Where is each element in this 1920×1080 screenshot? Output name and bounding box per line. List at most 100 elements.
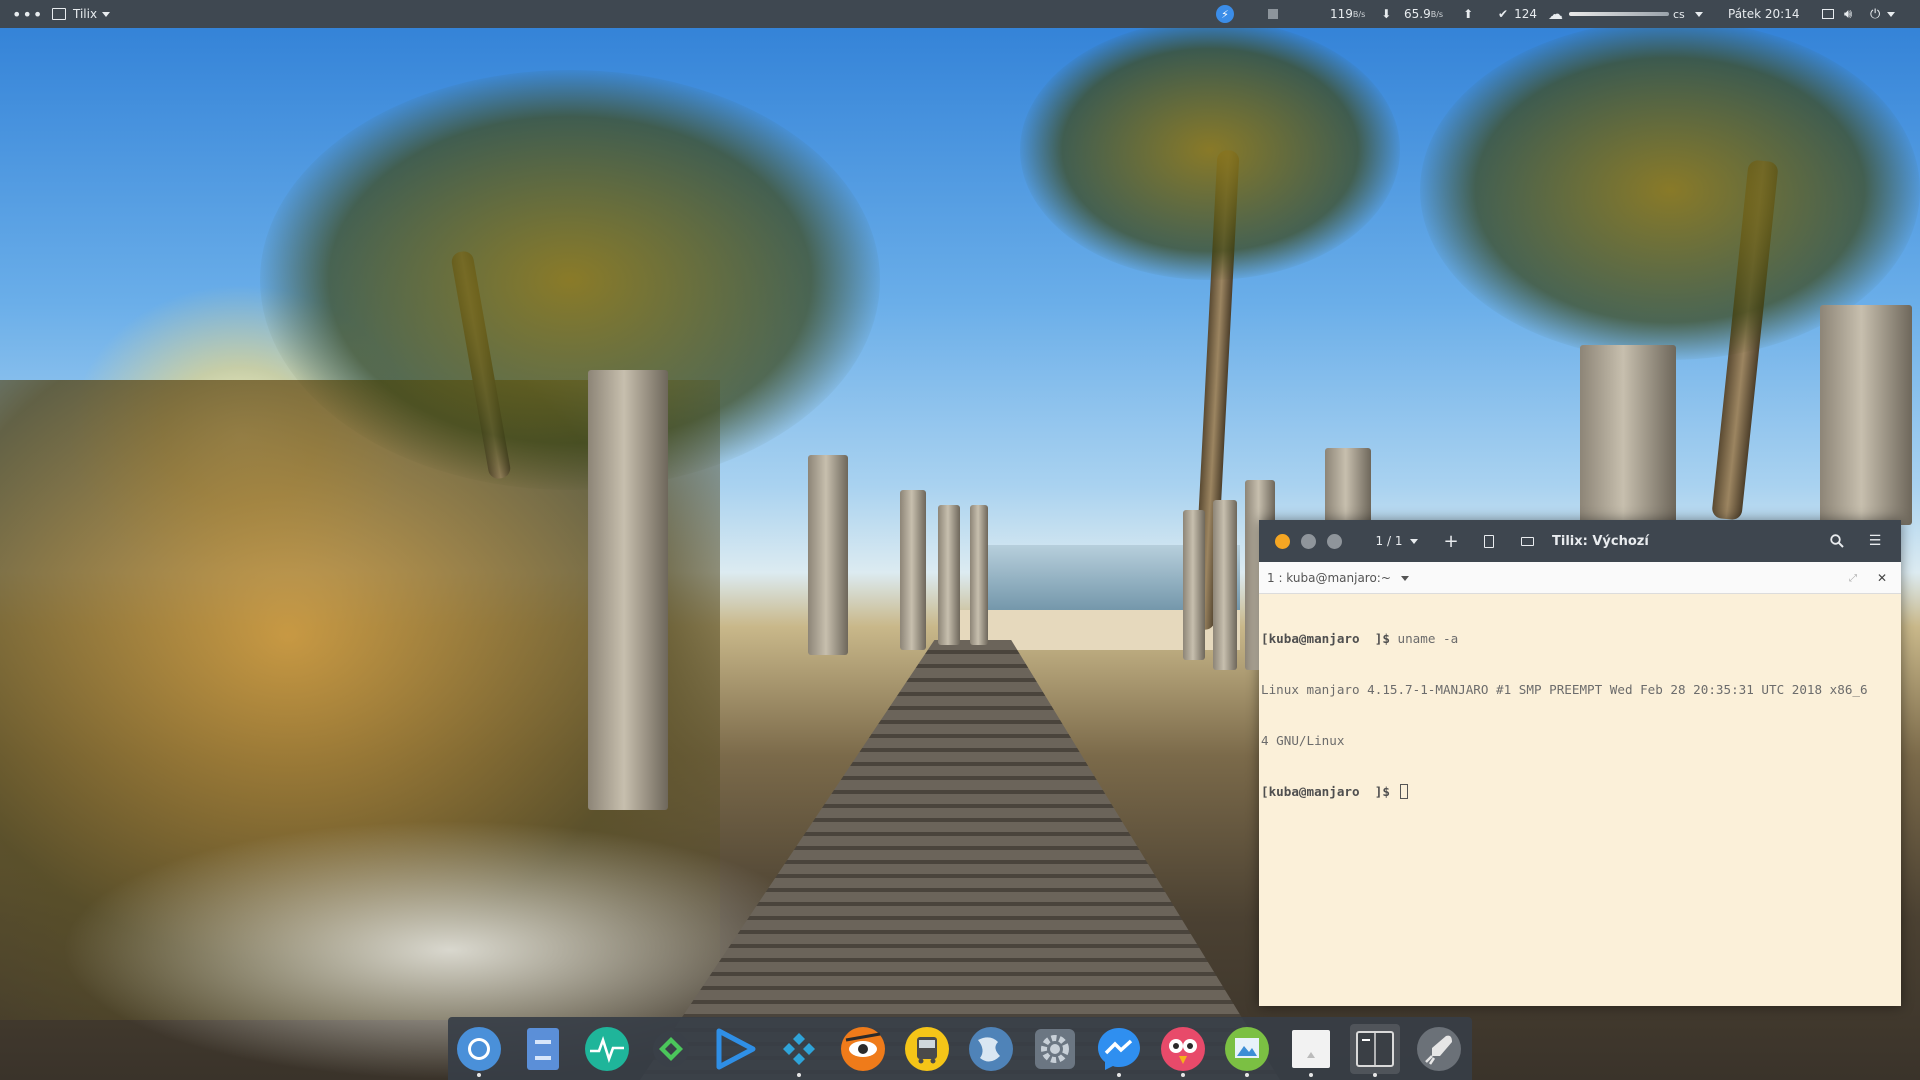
add-session-button[interactable]: +	[1439, 520, 1463, 562]
dock-item-file-manager[interactable]	[518, 1024, 568, 1074]
anydesk-icon	[653, 1031, 689, 1067]
output-text: Linux manjaro 4.15.7-1-MANJARO #1 SMP PR…	[1261, 682, 1868, 697]
dock-item-system-monitor[interactable]	[582, 1024, 632, 1074]
running-indicator	[1117, 1073, 1121, 1077]
close-icon: ✕	[1877, 571, 1888, 585]
dock-item-terminal[interactable]	[1350, 1024, 1400, 1077]
fence-post	[1325, 448, 1371, 528]
dock-item-parrot[interactable]	[1158, 1024, 1208, 1077]
fence-post	[1213, 500, 1237, 670]
updates-count: 124	[1514, 7, 1537, 21]
power-menu-button[interactable]: ⏻	[1870, 0, 1896, 28]
dock-item-kodi[interactable]	[774, 1024, 824, 1077]
power-icon: ⏻	[1870, 6, 1881, 22]
app-menu-button[interactable]: Tilix	[52, 0, 111, 28]
terminal-tab-bar: 1 : kuba@manjaro:~ ⤢ ✕	[1259, 562, 1901, 594]
activities-menu-button[interactable]: •••	[12, 0, 43, 28]
chevron-down-icon	[1887, 11, 1896, 17]
file-manager-icon	[527, 1028, 559, 1070]
terminal-header-bar: 1 / 1 + Tilix: Výchozí ☰	[1259, 520, 1901, 562]
dock-item-messenger[interactable]	[1094, 1024, 1144, 1077]
terminal-tab-label: 1 : kuba@manjaro:~	[1267, 571, 1391, 585]
web-browser-icon	[969, 1027, 1013, 1071]
keyboard-layout-button[interactable]: cs	[1673, 0, 1703, 28]
more-horizontal-icon: •••	[12, 4, 44, 24]
parrot-icon	[1161, 1027, 1205, 1071]
monitor-icon	[1822, 9, 1834, 19]
weather-bar	[1569, 12, 1669, 16]
messenger-icon	[1098, 1028, 1140, 1070]
square-indicator[interactable]	[1268, 0, 1278, 28]
add-terminal-down-button[interactable]	[1515, 520, 1539, 562]
media-player-icon	[716, 1028, 756, 1070]
running-indicator	[477, 1073, 481, 1077]
network-download-speed[interactable]: 65.9 B/s ⬆	[1404, 0, 1473, 28]
fence-post	[900, 490, 926, 650]
dock-item-anydesk[interactable]	[646, 1024, 696, 1074]
dock-item-web-browser[interactable]	[966, 1024, 1016, 1074]
dock-item-blank-app[interactable]	[1286, 1024, 1336, 1077]
search-icon	[1830, 534, 1844, 548]
terminal-window-title: Tilix: Výchozí	[1552, 533, 1649, 549]
terminal-tab[interactable]: 1 : kuba@manjaro:~	[1267, 562, 1409, 594]
text-cursor	[1399, 784, 1408, 799]
tilix-app-icon	[52, 8, 66, 20]
close-terminal-button[interactable]: ✕	[1877, 562, 1887, 594]
bus-icon	[905, 1027, 949, 1071]
output-text: 4 GNU/Linux	[1261, 733, 1345, 748]
stop-square-icon	[1268, 9, 1278, 19]
shell-prompt: [kuba@manjaro ]$	[1261, 631, 1390, 646]
split-right-icon	[1484, 534, 1494, 548]
eye-of-tiger-icon	[841, 1027, 885, 1071]
app-menu-label: Tilix	[73, 7, 98, 21]
session-counter: 1 / 1	[1375, 534, 1403, 548]
dock-item-image-viewer[interactable]	[1222, 1024, 1272, 1077]
weather-indicator[interactable]: ☁	[1548, 0, 1669, 28]
fence-post	[1820, 305, 1912, 525]
command-text: uname -a	[1389, 631, 1459, 646]
window-menu-button[interactable]: ☰	[1861, 520, 1889, 562]
command-text	[1390, 784, 1398, 799]
hamburger-menu-icon: ☰	[1868, 533, 1882, 549]
running-indicator	[797, 1073, 801, 1077]
terminal-icon	[1356, 1031, 1394, 1067]
dock-item-media-player[interactable]	[710, 1024, 760, 1074]
volume-button[interactable]: 🔊︎	[1844, 0, 1852, 28]
cloud-icon: ☁	[1548, 5, 1563, 23]
updates-indicator[interactable]: ✔ 124	[1498, 0, 1537, 28]
download-speed-unit: B/s	[1430, 9, 1444, 19]
chevron-down-icon	[1410, 538, 1419, 544]
palm-frond	[1020, 20, 1400, 280]
terminal-line: [kuba@manjaro ]$ uname -a	[1261, 630, 1901, 647]
shell-prompt: [kuba@manjaro ]$	[1261, 784, 1390, 799]
session-switcher-button[interactable]: 1 / 1	[1365, 520, 1429, 562]
dock-item-bus[interactable]	[902, 1024, 952, 1074]
terminal-line: 4 GNU/Linux	[1261, 732, 1901, 749]
fence-post	[1183, 510, 1205, 660]
fence-post	[588, 370, 668, 810]
clock-button[interactable]: Pátek 20:14	[1728, 0, 1799, 28]
dock-item-eye-of-tiger[interactable]	[838, 1024, 888, 1074]
screen-indicator[interactable]	[1822, 0, 1834, 28]
add-terminal-right-button[interactable]	[1477, 520, 1501, 562]
network-upload-speed[interactable]: 119 B/s ⬇	[1330, 0, 1391, 28]
messenger-indicator[interactable]: ⚡	[1216, 0, 1234, 28]
chevron-down-icon	[1400, 575, 1409, 581]
chevron-down-icon	[102, 11, 111, 17]
chromium-icon	[457, 1027, 501, 1071]
close-window-button[interactable]	[1275, 534, 1290, 549]
maximize-terminal-button[interactable]: ⤢	[1849, 562, 1857, 594]
find-button[interactable]	[1823, 520, 1851, 562]
system-monitor-icon	[585, 1027, 629, 1071]
upload-speed-value: 119	[1330, 7, 1353, 21]
maximize-window-button[interactable]	[1327, 534, 1342, 549]
dock-item-launcher[interactable]	[1414, 1024, 1464, 1074]
dock-item-settings[interactable]	[1030, 1024, 1080, 1074]
arrow-up-icon: ⬆	[1463, 7, 1474, 21]
dock-item-chromium[interactable]	[454, 1024, 504, 1077]
terminal-output[interactable]: [kuba@manjaro ]$ uname -a Linux manjaro …	[1261, 596, 1901, 1006]
fence-post	[970, 505, 988, 645]
running-indicator	[1373, 1073, 1377, 1077]
settings-icon	[1035, 1029, 1075, 1069]
minimize-window-button[interactable]	[1301, 534, 1316, 549]
